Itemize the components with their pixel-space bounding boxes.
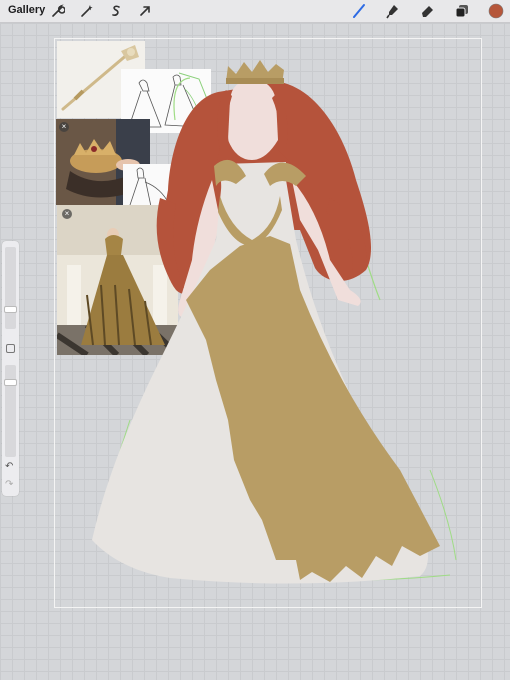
princess-illustration (92, 60, 457, 584)
undo-icon[interactable]: ↶ (5, 461, 13, 472)
brush-size-slider[interactable] (5, 247, 16, 329)
brush-sidebar: ↶ ↷ (2, 241, 19, 496)
brush-size-thumb[interactable] (4, 305, 17, 313)
crown-band (226, 78, 284, 84)
modify-button[interactable] (6, 344, 15, 353)
opacity-thumb[interactable] (4, 379, 17, 387)
redo-icon[interactable]: ↷ (5, 479, 13, 490)
face (228, 80, 278, 160)
sketch-line (173, 77, 191, 121)
